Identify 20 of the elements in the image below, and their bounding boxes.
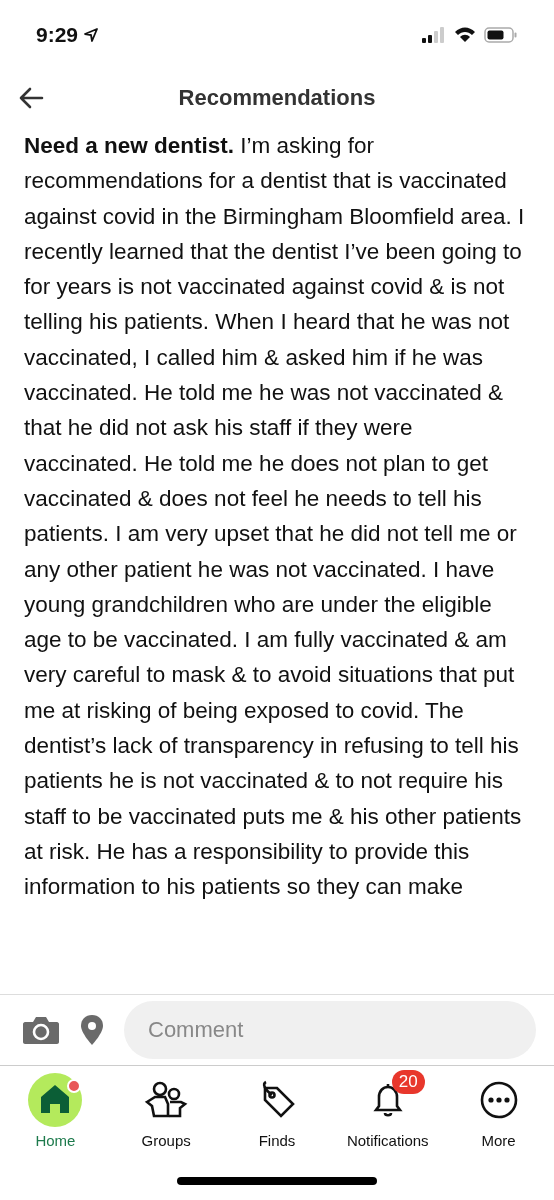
more-icon	[478, 1080, 519, 1120]
location-arrow-icon	[84, 28, 99, 42]
back-arrow-icon[interactable]	[18, 86, 44, 110]
nav-tab[interactable]: Groups	[111, 1072, 222, 1149]
page-title: Recommendations	[178, 85, 376, 111]
battery-icon	[484, 27, 518, 43]
nav-tab[interactable]: 20 Notifications	[332, 1072, 443, 1149]
wifi-icon	[454, 27, 476, 43]
nav-tab[interactable]: More	[443, 1072, 554, 1149]
home-icon	[28, 1073, 83, 1127]
people-icon	[143, 1080, 190, 1120]
comment-field[interactable]: Comment	[124, 1001, 536, 1059]
status-time: 9:29	[36, 23, 79, 47]
nav-tab[interactable]: Home	[0, 1072, 111, 1149]
notification-count: 20	[391, 1070, 425, 1094]
nav-tab[interactable]: Finds	[222, 1072, 332, 1149]
location-pin-icon[interactable]	[80, 1014, 104, 1046]
camera-icon[interactable]	[22, 1015, 60, 1045]
signal-icon	[422, 27, 446, 43]
post-text: Need a new dentist. I’m asking for recommendations for a dentist that is vaccinated against covid in the Birmingham Bloomfield area. I recently learned that the dentist I’ve been going to for years is not vaccinated against covid & is not telling his patients. When I heard that he was not vaccinated, I called him & asked him if he was vaccinated. He told me he was not vaccinated & that he did not ask his staff if they were vaccinated. He told me he does not plan to get vaccinated & does not feel he needs to tell his patients. I am very upset that he did not tell me or any other patient he was not vaccinated. I have young grandchildren who are under the eligible age to be vaccinated. I am fully vaccinated & am very careful to mask & to avoid situations that put me at risking of being exposed to covid. The dentist’s lack of transparency in refusing to tell his patients he is not vaccinated & to not require his staff to be vaccinated puts me & his other patients at risk. He has a responsibility to provide this information to his patients so they can make	[24, 132, 526, 902]
